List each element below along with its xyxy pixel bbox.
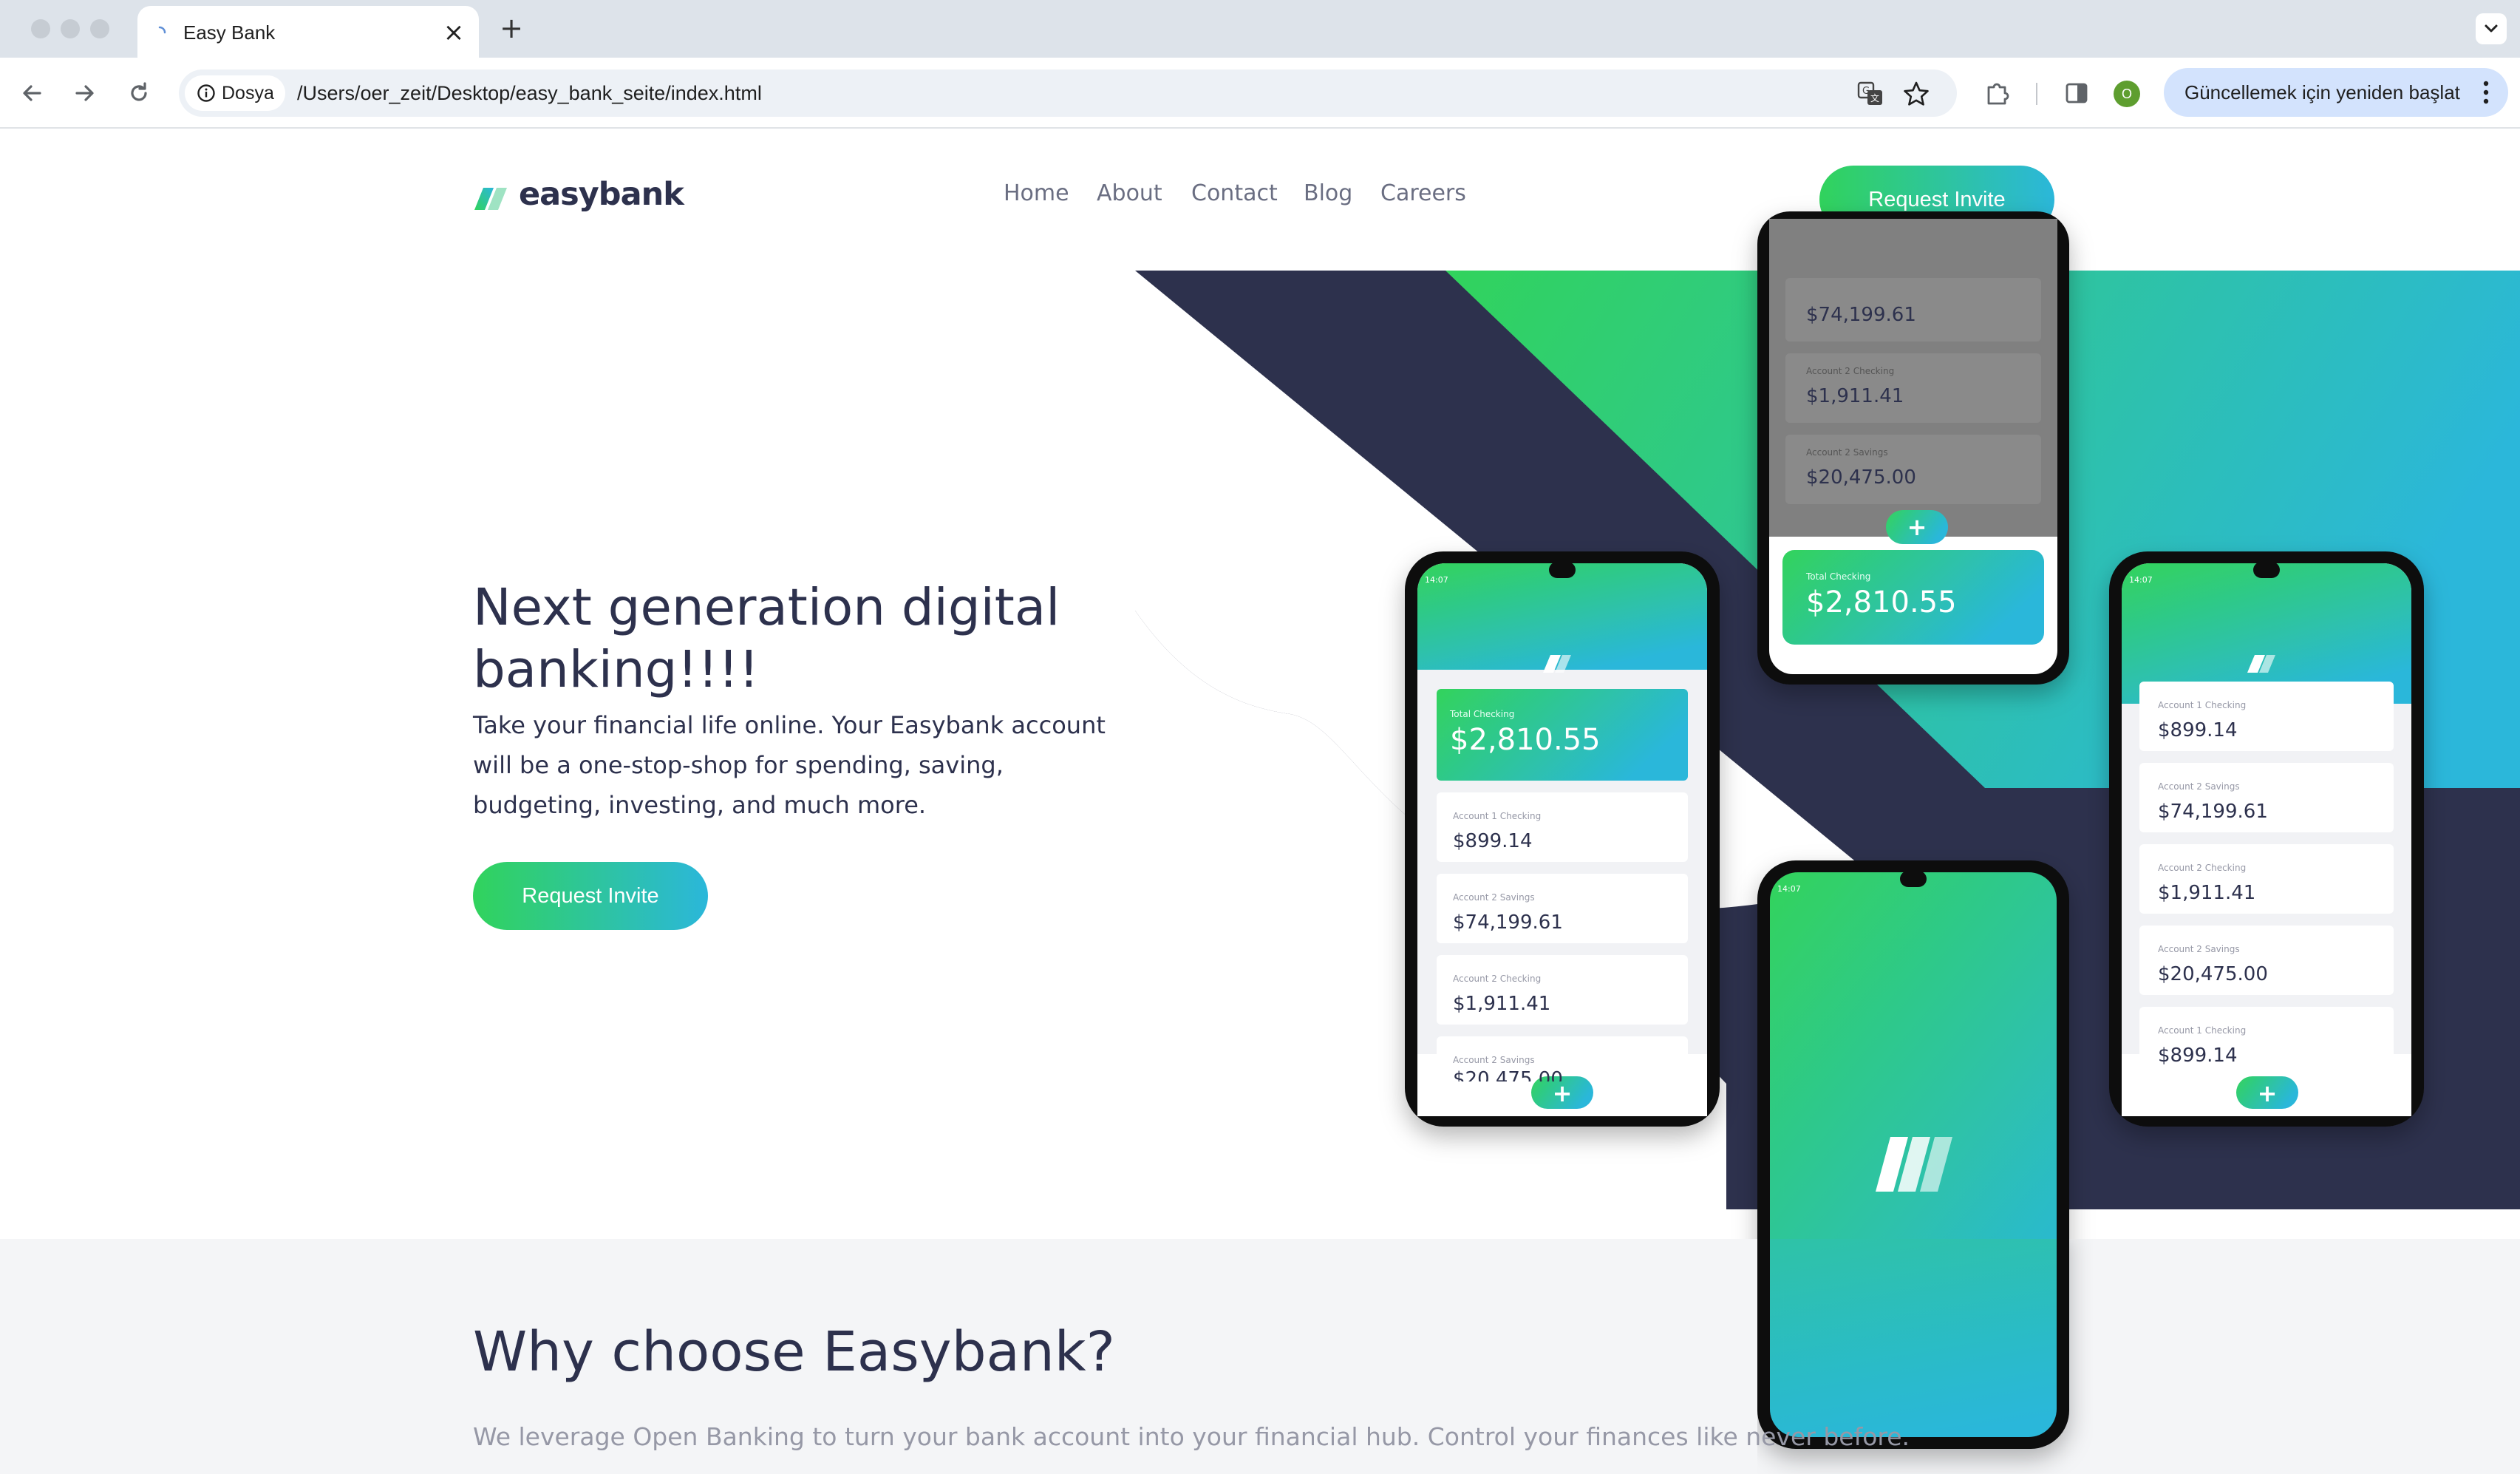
left-account-value-3: $1,911.41	[1453, 993, 1550, 1015]
right-account-value-5: $899.14	[2158, 1045, 2238, 1067]
right-account-label-2: Account 2 Savings	[2158, 781, 2240, 792]
left-fab-plus-icon: +	[1553, 1079, 1573, 1107]
right-account-label-3: Account 2 Checking	[2158, 863, 2246, 873]
bookmark-star-icon[interactable]	[1902, 80, 1930, 108]
browser-tab-strip: Easy Bank × +	[0, 0, 2520, 59]
left-total-label: Total Checking	[1449, 709, 1514, 719]
why-title: Why choose Easybank?	[473, 1320, 1115, 1384]
bottom-phone-time: 14:07	[1777, 884, 1801, 894]
info-icon	[197, 84, 215, 102]
tab-close-icon[interactable]: ×	[442, 20, 466, 45]
right-account-label-4: Account 2 Savings	[2158, 944, 2240, 954]
right-phone-time: 14:07	[2129, 575, 2153, 585]
reload-icon[interactable]	[118, 72, 160, 114]
toolbar-divider	[2036, 83, 2037, 105]
window-zoom-button[interactable]	[90, 19, 109, 38]
nav-careers[interactable]: Careers	[1380, 180, 1466, 206]
loading-spinner-icon	[158, 26, 166, 34]
right-account-value-2: $74,199.61	[2158, 801, 2268, 823]
nav-about[interactable]: About	[1097, 180, 1162, 206]
window-close-button[interactable]	[31, 19, 50, 38]
phone-left	[1405, 551, 1720, 1127]
left-account-value-1: $899.14	[1453, 830, 1533, 852]
more-menu-icon[interactable]	[2482, 78, 2490, 106]
tab-title: Easy Bank	[183, 21, 276, 44]
window-minimize-button[interactable]	[61, 19, 80, 38]
nav-contact[interactable]: Contact	[1191, 180, 1278, 206]
logo-text: easybank	[519, 176, 684, 213]
url-text[interactable]: /Users/oer_zeit/Desktop/easy_bank_seite/…	[297, 69, 762, 117]
right-account-value-3: $1,911.41	[2158, 882, 2255, 904]
top-account-value-3: $20,475.00	[1806, 466, 1916, 489]
top-total-label: Total Checking	[1805, 571, 1870, 582]
left-total-value: $2,810.55	[1450, 723, 1601, 757]
tab-search-button[interactable]	[2476, 13, 2507, 44]
web-page: easybank Home About Contact Blog Careers…	[0, 130, 2520, 1474]
hero-title: Next generation digital banking!!!!	[473, 578, 1060, 699]
top-account-value-1: $74,199.61	[1806, 304, 1916, 326]
forward-arrow-icon[interactable]	[64, 72, 105, 114]
left-account-label-2: Account 2 Savings	[1453, 892, 1535, 903]
top-account-label-2: Account 2 Checking	[1806, 366, 1894, 376]
new-tab-button[interactable]: +	[497, 12, 526, 44]
top-fab-plus-icon: +	[1907, 513, 1927, 541]
update-button-label: Güncellemek için yeniden başlat	[2184, 81, 2460, 103]
right-account-label-1: Account 1 Checking	[2158, 700, 2246, 710]
top-account-label-3: Account 2 Savings	[1806, 447, 1888, 458]
hero-illustration: 14:07 14:07 14:07 Total Checking $2,810.…	[1135, 211, 2520, 1471]
top-account-value-2: $1,911.41	[1806, 385, 1904, 407]
svg-text:文: 文	[1870, 92, 1879, 103]
right-account-value-1: $899.14	[2158, 719, 2238, 741]
left-account-label-1: Account 1 Checking	[1453, 811, 1541, 821]
extensions-puzzle-icon[interactable]	[1978, 72, 2019, 114]
why-description: We leverage Open Banking to turn your ba…	[473, 1422, 1910, 1451]
side-panel-icon[interactable]	[2056, 72, 2097, 114]
back-arrow-icon[interactable]	[12, 72, 53, 114]
site-info-chip[interactable]: Dosya	[185, 75, 285, 111]
left-account-label-3: Account 2 Checking	[1453, 974, 1541, 984]
right-fab-plus-icon: +	[2258, 1079, 2278, 1107]
top-total-value: $2,810.55	[1806, 585, 1957, 619]
security-chip-label: Dosya	[222, 83, 274, 103]
phone-right	[2109, 551, 2424, 1127]
translate-icon[interactable]: G 文	[1856, 80, 1884, 108]
address-bar[interactable]: Dosya /Users/oer_zeit/Desktop/easy_bank_…	[179, 69, 1957, 117]
logo-slash-icon	[474, 188, 507, 210]
relaunch-update-button[interactable]: Güncellemek için yeniden başlat	[2164, 68, 2508, 117]
profile-avatar[interactable]: O	[2114, 81, 2140, 107]
nav-blog[interactable]: Blog	[1304, 180, 1352, 206]
left-account-value-2: $74,199.61	[1453, 911, 1563, 934]
browser-tab-active[interactable]: Easy Bank ×	[137, 6, 479, 59]
right-account-value-4: $20,475.00	[2158, 963, 2268, 985]
nav-home[interactable]: Home	[1004, 180, 1069, 206]
easybank-logo[interactable]: easybank	[473, 176, 687, 217]
left-phone-time: 14:07	[1425, 575, 1448, 585]
browser-toolbar: Dosya /Users/oer_zeit/Desktop/easy_bank_…	[0, 58, 2520, 129]
hero-description: Take your financial life online. Your Ea…	[473, 711, 1106, 819]
chevron-down-icon	[2485, 24, 2498, 33]
hero-request-invite-button[interactable]: Request Invite	[473, 862, 708, 930]
left-account-label-4: Account 2 Savings	[1453, 1055, 1535, 1065]
right-account-label-5: Account 1 Checking	[2158, 1025, 2246, 1036]
